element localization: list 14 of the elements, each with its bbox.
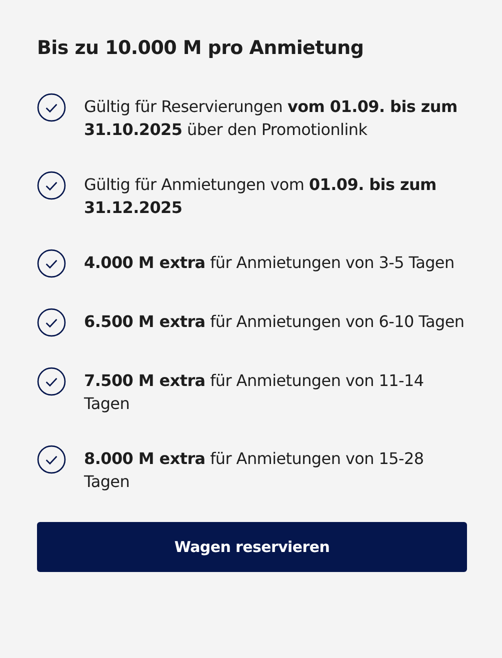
benefit-text: 4.000 M extra für Anmietungen von 3-5 Tagen [84, 252, 454, 274]
check-circle-icon [37, 367, 66, 396]
benefit-text: 6.500 M extra für Anmietungen von 6-10 Tagen [84, 311, 464, 333]
check-circle-icon [37, 93, 66, 122]
benefit-text: 8.000 M extra für Anmietungen von 15-28 Tagen [84, 448, 425, 493]
check-circle-icon [37, 445, 66, 474]
reserve-button[interactable]: Wagen reservieren [37, 522, 467, 572]
benefit-text: Gültig für Anmietungen vom 01.09. bis zum 31.12.2025 [84, 174, 438, 219]
check-circle-icon [37, 249, 66, 278]
benefit-text: Gültig für Reservierungen vom 01.09. bis zum 31.10.2025 über den Promotionlink [84, 96, 458, 141]
benefit-text: 7.500 M extra für Anmietungen von 11-14 Tagen [84, 370, 425, 415]
offer-title: Bis zu 10.000 M pro Anmietung [37, 36, 365, 61]
check-circle-icon [37, 171, 66, 200]
check-circle-icon [37, 308, 66, 337]
